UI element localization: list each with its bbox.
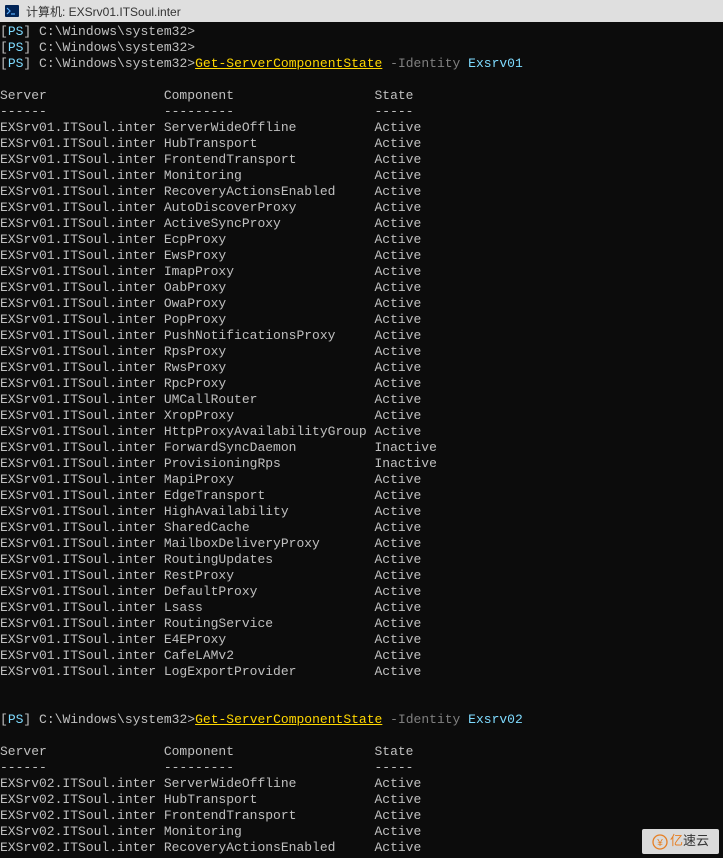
table-row: EXSrv01.ITSoul.inter DefaultProxy Active: [0, 584, 723, 600]
blank-line: [0, 72, 723, 88]
table-row: EXSrv02.ITSoul.inter ServerWideOffline A…: [0, 776, 723, 792]
svg-text:¥: ¥: [656, 838, 663, 849]
prompt-line-1: [PS] C:\Windows\system32>: [0, 24, 723, 40]
table-row: EXSrv01.ITSoul.inter RestProxy Active: [0, 568, 723, 584]
table-separator: ------ --------- -----: [0, 104, 723, 120]
table-separator: ------ --------- -----: [0, 760, 723, 776]
table-header: Server Component State: [0, 88, 723, 104]
table-row: EXSrv01.ITSoul.inter Lsass Active: [0, 600, 723, 616]
table-row: EXSrv01.ITSoul.inter CafeLAMv2 Active: [0, 648, 723, 664]
table-row: EXSrv01.ITSoul.inter HighAvailability Ac…: [0, 504, 723, 520]
blank-line: [0, 680, 723, 696]
prompt-line-2: [PS] C:\Windows\system32>: [0, 40, 723, 56]
table-row: EXSrv01.ITSoul.inter ImapProxy Active: [0, 264, 723, 280]
table-row: EXSrv01.ITSoul.inter OwaProxy Active: [0, 296, 723, 312]
table-row: EXSrv01.ITSoul.inter Monitoring Active: [0, 168, 723, 184]
watermark-badge: ¥ 亿速云: [642, 829, 719, 854]
table-row: EXSrv01.ITSoul.inter XropProxy Active: [0, 408, 723, 424]
table-row: EXSrv01.ITSoul.inter ProvisioningRps Ina…: [0, 456, 723, 472]
table-row: EXSrv02.ITSoul.inter RecoveryActionsEnab…: [0, 840, 723, 856]
powershell-icon: [4, 3, 20, 19]
table-row: EXSrv01.ITSoul.inter RoutingUpdates Acti…: [0, 552, 723, 568]
table-row: EXSrv01.ITSoul.inter AutoDiscoverProxy A…: [0, 200, 723, 216]
table-row: EXSrv01.ITSoul.inter PopProxy Active: [0, 312, 723, 328]
window-title: 计算机: EXSrv01.ITSoul.inter: [26, 3, 181, 20]
table-row: EXSrv01.ITSoul.inter RecoveryActionsEnab…: [0, 184, 723, 200]
table-row: EXSrv01.ITSoul.inter MapiProxy Active: [0, 472, 723, 488]
table-row: EXSrv02.ITSoul.inter FrontendTransport A…: [0, 808, 723, 824]
window-titlebar[interactable]: 计算机: EXSrv01.ITSoul.inter: [0, 0, 723, 22]
table-row: EXSrv01.ITSoul.inter HttpProxyAvailabili…: [0, 424, 723, 440]
table-header: Server Component State: [0, 744, 723, 760]
table-row: EXSrv01.ITSoul.inter ServerWideOffline A…: [0, 120, 723, 136]
table-row: EXSrv01.ITSoul.inter ActiveSyncProxy Act…: [0, 216, 723, 232]
table-row: EXSrv01.ITSoul.inter PushNotificationsPr…: [0, 328, 723, 344]
results-table-2: EXSrv02.ITSoul.inter ServerWideOffline A…: [0, 776, 723, 856]
blank-line: [0, 696, 723, 712]
command-line-1: [PS] C:\Windows\system32>Get-ServerCompo…: [0, 56, 723, 72]
table-row: EXSrv01.ITSoul.inter RpcProxy Active: [0, 376, 723, 392]
table-row: EXSrv01.ITSoul.inter RpsProxy Active: [0, 344, 723, 360]
terminal-area[interactable]: [PS] C:\Windows\system32> [PS] C:\Window…: [0, 22, 723, 858]
table-row: EXSrv01.ITSoul.inter LogExportProvider A…: [0, 664, 723, 680]
table-row: EXSrv01.ITSoul.inter OabProxy Active: [0, 280, 723, 296]
table-row: EXSrv01.ITSoul.inter RoutingService Acti…: [0, 616, 723, 632]
blank-line: [0, 728, 723, 744]
table-row: EXSrv01.ITSoul.inter UMCallRouter Active: [0, 392, 723, 408]
command-line-2: [PS] C:\Windows\system32>Get-ServerCompo…: [0, 712, 723, 728]
table-row: EXSrv01.ITSoul.inter SharedCache Active: [0, 520, 723, 536]
table-row: EXSrv01.ITSoul.inter FrontendTransport A…: [0, 152, 723, 168]
table-row: EXSrv02.ITSoul.inter Monitoring Active: [0, 824, 723, 840]
table-row: EXSrv01.ITSoul.inter HubTransport Active: [0, 136, 723, 152]
table-row: EXSrv01.ITSoul.inter EwsProxy Active: [0, 248, 723, 264]
table-row: EXSrv01.ITSoul.inter MailboxDeliveryProx…: [0, 536, 723, 552]
table-row: EXSrv01.ITSoul.inter EdgeTransport Activ…: [0, 488, 723, 504]
table-row: EXSrv02.ITSoul.inter HubTransport Active: [0, 792, 723, 808]
table-row: EXSrv01.ITSoul.inter EcpProxy Active: [0, 232, 723, 248]
table-row: EXSrv01.ITSoul.inter E4EProxy Active: [0, 632, 723, 648]
results-table-1: EXSrv01.ITSoul.inter ServerWideOffline A…: [0, 120, 723, 680]
table-row: EXSrv01.ITSoul.inter RwsProxy Active: [0, 360, 723, 376]
table-row: EXSrv01.ITSoul.inter ForwardSyncDaemon I…: [0, 440, 723, 456]
